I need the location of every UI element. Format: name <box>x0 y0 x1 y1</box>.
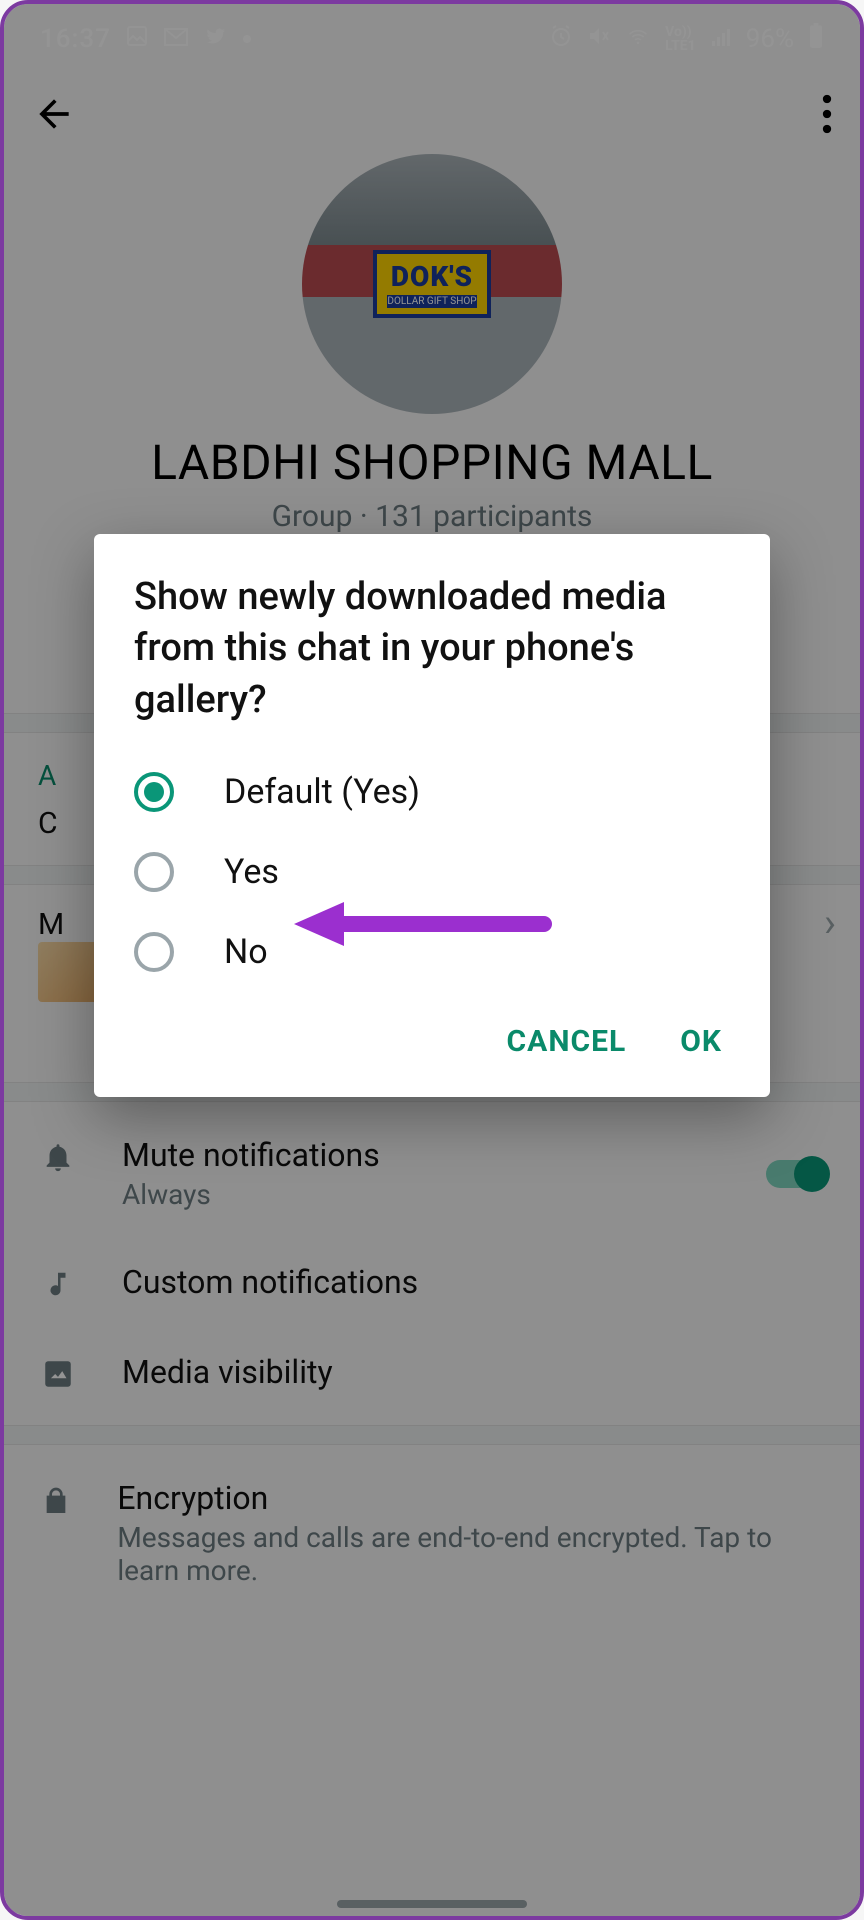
cancel-button[interactable]: CANCEL <box>507 1024 627 1059</box>
media-visibility-dialog: Show newly downloaded media from this ch… <box>94 534 770 1097</box>
radio-icon <box>134 772 174 812</box>
ok-button[interactable]: OK <box>680 1024 722 1059</box>
radio-icon <box>134 852 174 892</box>
radio-option-default[interactable]: Default (Yes) <box>94 752 770 832</box>
radio-label: Yes <box>224 852 279 892</box>
radio-label: Default (Yes) <box>224 772 420 812</box>
radio-label: No <box>224 932 268 972</box>
dialog-title: Show newly downloaded media from this ch… <box>94 572 770 752</box>
radio-icon <box>134 932 174 972</box>
annotation-arrow <box>294 894 554 954</box>
